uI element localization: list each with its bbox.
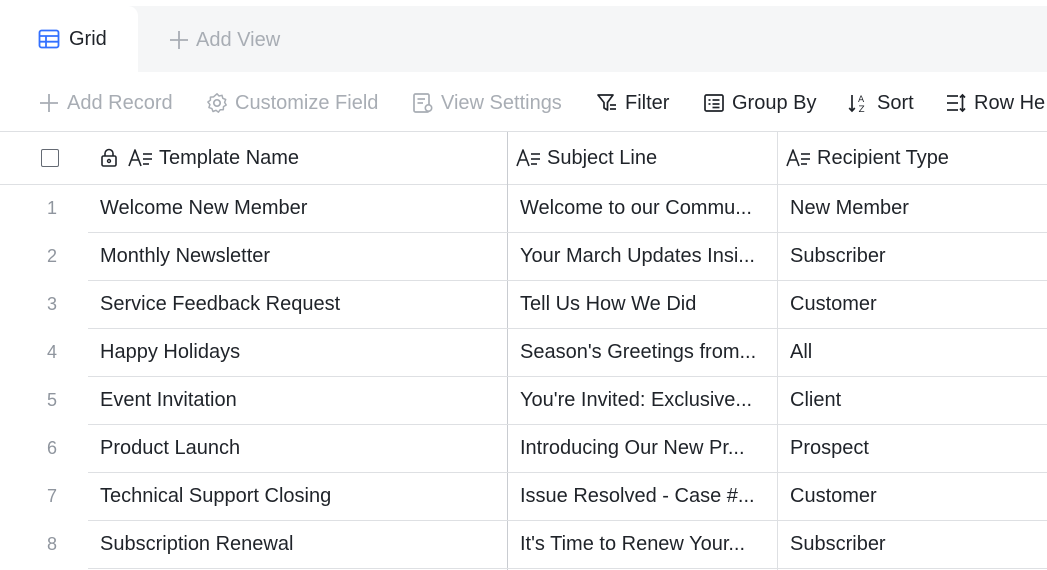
column-header-label: Template Name (159, 146, 300, 169)
customize-field-label: Customize Field (235, 91, 379, 114)
gear-icon (207, 93, 227, 113)
table-row[interactable]: 4 Happy Holidays Season's Greetings from..… (0, 329, 1047, 377)
grid-header: Template Name Subject Line Recipient Typ… (0, 132, 1047, 185)
column-header-recipient-type[interactable]: Recipient Type (786, 132, 949, 184)
recipient-type-cell[interactable]: All (790, 329, 1040, 376)
filter-label: Filter (625, 91, 670, 114)
row-index: 6 (46, 438, 57, 458)
row-index: 1 (46, 198, 57, 218)
plus-icon (40, 94, 58, 112)
plus-icon (170, 31, 188, 49)
table-row[interactable]: 6 Product Launch Introducing Our New Pr...… (0, 425, 1047, 473)
tab-grid-label: Grid (69, 27, 107, 50)
add-view-button[interactable]: Add View (168, 26, 280, 54)
row-height-icon (947, 93, 966, 113)
subject-line-cell[interactable]: Welcome to our Commu... (520, 185, 766, 232)
column-header-label: Subject Line (547, 146, 658, 169)
row-index: 7 (46, 486, 57, 506)
template-name-cell[interactable]: Happy Holidays (100, 329, 496, 376)
subject-line-cell[interactable]: Introducing Our New Pr... (520, 425, 766, 472)
recipient-type-cell[interactable]: Subscriber (790, 521, 1040, 568)
group-by-icon (704, 94, 724, 112)
checkbox (41, 149, 59, 167)
row-height-label: Row He (974, 91, 1046, 114)
view-tab-bar: Grid Add View (0, 0, 1047, 72)
template-name-cell[interactable]: Subscription Renewal (100, 521, 496, 568)
view-settings-button[interactable]: View Settings (412, 88, 562, 118)
subject-line-cell[interactable]: You're Invited: Exclusive... (520, 377, 766, 424)
sort-label: Sort (877, 91, 914, 114)
template-name-cell[interactable]: Product Launch (100, 425, 496, 472)
template-name-cell[interactable]: Monthly Newsletter (100, 233, 496, 280)
grid-icon (38, 29, 60, 49)
template-name-cell[interactable]: Welcome New Member (100, 185, 496, 232)
subject-line-cell[interactable]: Tell Us How We Did (520, 281, 766, 328)
add-record-label: Add Record (67, 91, 173, 114)
tab-grid[interactable]: Grid (0, 6, 138, 72)
lock-icon (101, 148, 117, 167)
toolbar: Add Record Customize Field View Settings… (0, 72, 1047, 132)
filter-button[interactable]: Filter (596, 88, 669, 118)
filter-icon (597, 94, 616, 111)
subject-line-cell[interactable]: It's Time to Renew Your... (520, 521, 766, 568)
add-view-label: Add View (196, 28, 281, 51)
text-field-icon (128, 149, 152, 167)
recipient-type-cell[interactable]: Customer (790, 473, 1040, 520)
group-by-label: Group By (732, 91, 817, 114)
column-header-template-name[interactable]: Template Name (100, 132, 299, 184)
column-header-subject-line[interactable]: Subject Line (516, 132, 657, 184)
row-index: 3 (46, 294, 57, 314)
add-record-button[interactable]: Add Record (38, 88, 173, 118)
table-row[interactable]: 5 Event Invitation You're Invited: Exclusi… (0, 377, 1047, 425)
recipient-type-cell[interactable]: Prospect (790, 425, 1040, 472)
view-settings-icon (413, 93, 433, 113)
recipient-type-cell[interactable]: Customer (790, 281, 1040, 328)
group-by-button[interactable]: Group By (703, 88, 816, 118)
view-settings-label: View Settings (441, 91, 562, 114)
table-row[interactable]: 2 Monthly Newsletter Your March Updates In… (0, 233, 1047, 281)
row-index: 5 (46, 390, 57, 410)
row-index: 8 (46, 534, 57, 554)
template-name-cell[interactable]: Event Invitation (100, 377, 496, 424)
customize-field-button[interactable]: Customize Field (206, 88, 378, 118)
template-name-cell[interactable]: Technical Support Closing (100, 473, 496, 520)
table-row[interactable]: 1 Welcome New Member Welcome to our Commu.… (0, 185, 1047, 233)
sort-button[interactable]: A Z Sort (848, 88, 914, 118)
svg-text:Z: Z (859, 105, 865, 114)
row-index: 2 (46, 246, 57, 266)
text-field-icon (786, 149, 810, 167)
recipient-type-cell[interactable]: Subscriber (790, 233, 1040, 280)
template-name-cell[interactable]: Service Feedback Request (100, 281, 496, 328)
subject-line-cell[interactable]: Your March Updates Insi... (520, 233, 766, 280)
row-index: 4 (46, 342, 57, 362)
row-height-button[interactable]: Row He (945, 88, 1045, 118)
table-row[interactable]: 3 Service Feedback Request Tell Us How We … (0, 281, 1047, 329)
recipient-type-cell[interactable]: New Member (790, 185, 1040, 232)
sort-icon: A Z (848, 95, 865, 114)
svg-text:A: A (858, 95, 865, 105)
table-row[interactable]: 8 Subscription Renewal It's Time to Renew … (0, 521, 1047, 569)
subject-line-cell[interactable]: Issue Resolved - Case #... (520, 473, 766, 520)
column-header-label: Recipient Type (817, 146, 949, 169)
table-row[interactable]: 7 Technical Support Closing Issue Resolved… (0, 473, 1047, 521)
view-tab-bar-background (0, 6, 1047, 72)
select-all-checkbox[interactable] (41, 132, 59, 184)
text-field-icon (516, 149, 540, 167)
subject-line-cell[interactable]: Season's Greetings from... (520, 329, 766, 376)
row-divider (88, 568, 1047, 569)
recipient-type-cell[interactable]: Client (790, 377, 1040, 424)
